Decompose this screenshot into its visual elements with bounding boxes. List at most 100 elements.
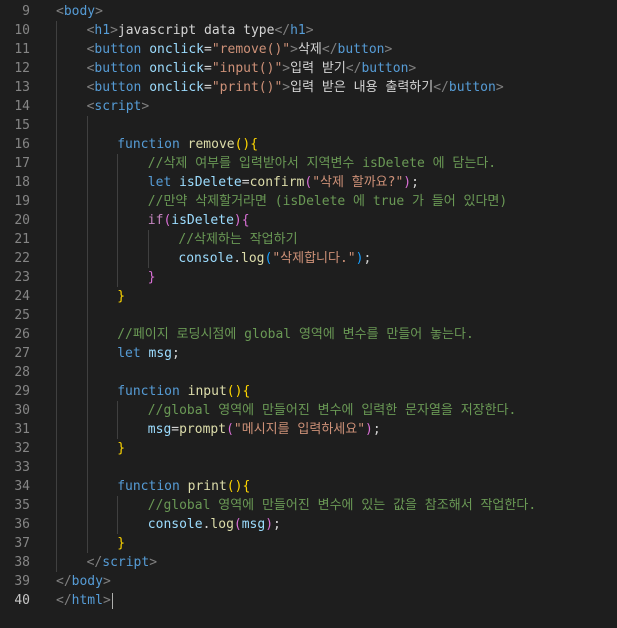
code-line[interactable]: 34 function print(){ bbox=[0, 477, 617, 496]
line-number: 35 bbox=[14, 498, 30, 513]
code-token: "remove()" bbox=[211, 42, 291, 57]
code-text: let msg; bbox=[117, 344, 180, 363]
code-text: //삭제 여부를 입력받아서 지역변수 isDelete 에 담는다. bbox=[148, 154, 496, 173]
code-token: () bbox=[226, 384, 243, 399]
code-line[interactable]: 23} bbox=[0, 268, 617, 287]
code-token: </ bbox=[86, 555, 103, 570]
code-line[interactable]: 36 console.log(msg); bbox=[0, 515, 617, 534]
code-token: //global 영역에 만들어진 변수에 있는 값을 참조해서 작업한다. bbox=[147, 498, 537, 513]
code-line[interactable]: 12 <button onclick="input()">입력 받기</butto… bbox=[0, 59, 617, 78]
code-line[interactable]: 39 </body> bbox=[0, 572, 617, 591]
line-number: 29 bbox=[14, 384, 30, 399]
code-token: function bbox=[117, 137, 180, 152]
code-text: <button onclick="remove()">삭제</button> bbox=[87, 40, 393, 59]
indent-guide bbox=[56, 21, 57, 40]
code-text: <body> bbox=[56, 2, 103, 21]
code-line[interactable]: 40 </html> bbox=[0, 591, 617, 610]
indent-guide bbox=[86, 135, 88, 154]
code-line[interactable]: 37} bbox=[0, 534, 617, 553]
code-line[interactable]: 38 </script> bbox=[0, 553, 617, 572]
code-text: //페이지 로딩시점에 global 영역에 변수를 만들어 놓는다. bbox=[117, 325, 474, 344]
code-text: } bbox=[117, 287, 125, 306]
line-number: 21 bbox=[14, 232, 30, 247]
code-text: function print(){ bbox=[117, 477, 250, 496]
code-token: //삭제하는 작업하기 bbox=[178, 232, 298, 247]
indent-guide bbox=[117, 154, 119, 173]
code-line[interactable]: 13 <button onclick="print()">입력 받은 내용 출력하… bbox=[0, 78, 617, 97]
code-line[interactable]: 22 console.log("삭제합니다."); bbox=[0, 249, 617, 268]
line-number: 22 bbox=[14, 251, 30, 266]
code-line[interactable]: 10 <h1>javascript data type</h1> bbox=[0, 21, 617, 40]
code-token: h1 bbox=[94, 23, 111, 38]
code-line[interactable]: 11 <button onclick="remove()">삭제</button> bbox=[0, 40, 617, 59]
code-line[interactable]: 32} bbox=[0, 439, 617, 458]
code-token: </ bbox=[321, 42, 338, 57]
indent-guide bbox=[86, 534, 88, 553]
code-line[interactable]: 27 let msg; bbox=[0, 344, 617, 363]
indent-guide bbox=[56, 496, 57, 515]
code-token: </ bbox=[433, 80, 449, 95]
indent-guide bbox=[117, 268, 119, 287]
code-line[interactable]: 28 bbox=[0, 363, 617, 382]
indent-guide bbox=[56, 211, 57, 230]
line-number: 18 bbox=[14, 175, 30, 190]
indent-guide bbox=[56, 553, 57, 572]
code-line[interactable]: 21 //삭제하는 작업하기 bbox=[0, 230, 617, 249]
code-token: onclick bbox=[149, 80, 205, 95]
code-text: console.log(msg); bbox=[148, 515, 281, 534]
code-line[interactable]: 35 //global 영역에 만들어진 변수에 있는 값을 참조해서 작업한다. bbox=[0, 496, 617, 515]
code-line[interactable]: 17 //삭제 여부를 입력받아서 지역변수 isDelete 에 담는다. bbox=[0, 154, 617, 173]
code-token: console bbox=[178, 251, 234, 266]
line-number: 9 bbox=[22, 4, 30, 19]
code-token: msg bbox=[147, 422, 172, 437]
line-number: 14 bbox=[14, 99, 30, 114]
code-token: . bbox=[233, 251, 242, 266]
code-text: msg=prompt("메시지를 입력하세요"); bbox=[148, 420, 381, 439]
code-line[interactable]: 20 if(isDelete){ bbox=[0, 211, 617, 230]
code-line[interactable]: 9 <body> bbox=[0, 2, 617, 21]
code-token: { bbox=[242, 384, 251, 399]
code-token: > bbox=[149, 555, 158, 570]
line-number: 32 bbox=[14, 441, 30, 456]
code-text: if(isDelete){ bbox=[148, 211, 250, 230]
code-line[interactable]: 14 <script> bbox=[0, 97, 617, 116]
code-line[interactable]: 18 let isDelete=confirm("삭제 할까요?"); bbox=[0, 173, 617, 192]
indent-guide bbox=[86, 496, 88, 515]
code-line[interactable]: 25 bbox=[0, 306, 617, 325]
code-text: //만약 삭제할거라면 (isDelete 에 true 가 들어 있다면) bbox=[148, 192, 507, 211]
code-token: > bbox=[495, 80, 504, 95]
indent-guide bbox=[117, 515, 119, 534]
code-text: function input(){ bbox=[117, 382, 250, 401]
code-line[interactable]: 29 function input(){ bbox=[0, 382, 617, 401]
code-token: </ bbox=[56, 593, 72, 608]
code-token: print bbox=[187, 479, 227, 494]
code-line[interactable]: 26 //페이지 로딩시점에 global 영역에 변수를 만들어 놓는다. bbox=[0, 325, 617, 344]
code-line[interactable]: 30 //global 영역에 만들어진 변수에 입력한 문자열을 저장한다. bbox=[0, 401, 617, 420]
line-number: 37 bbox=[14, 536, 30, 551]
indent-guide bbox=[86, 116, 88, 135]
line-number: 26 bbox=[14, 327, 30, 342]
code-line[interactable]: 31 msg=prompt("메시지를 입력하세요"); bbox=[0, 420, 617, 439]
code-line[interactable]: 15 bbox=[0, 116, 617, 135]
code-token: onclick bbox=[149, 61, 205, 76]
indent-guide bbox=[117, 420, 119, 439]
code-token: javascript data type bbox=[117, 23, 275, 38]
code-token: function bbox=[117, 479, 180, 494]
code-line[interactable]: 16 function remove(){ bbox=[0, 135, 617, 154]
code-line[interactable]: 33 bbox=[0, 458, 617, 477]
code-token: html bbox=[71, 593, 103, 608]
code-line[interactable]: 24} bbox=[0, 287, 617, 306]
code-line[interactable]: 19 //만약 삭제할거라면 (isDelete 에 true 가 들어 있다면) bbox=[0, 192, 617, 211]
code-editor[interactable]: 9 <body> 10 <h1>javascript data type</h1> 11… bbox=[0, 0, 617, 628]
code-token: ; bbox=[363, 251, 372, 266]
code-token: { bbox=[242, 479, 251, 494]
code-token: </ bbox=[274, 23, 291, 38]
indent-guide bbox=[56, 325, 57, 344]
code-token: //만약 삭제할거라면 (isDelete 에 true 가 들어 있다면) bbox=[147, 194, 508, 209]
indent-guide bbox=[56, 477, 57, 496]
code-token: //삭제 여부를 입력받아서 지역변수 isDelete 에 담는다. bbox=[147, 156, 497, 171]
indent-guide bbox=[56, 230, 57, 249]
indent-guide bbox=[86, 287, 88, 306]
line-number: 25 bbox=[14, 308, 30, 323]
